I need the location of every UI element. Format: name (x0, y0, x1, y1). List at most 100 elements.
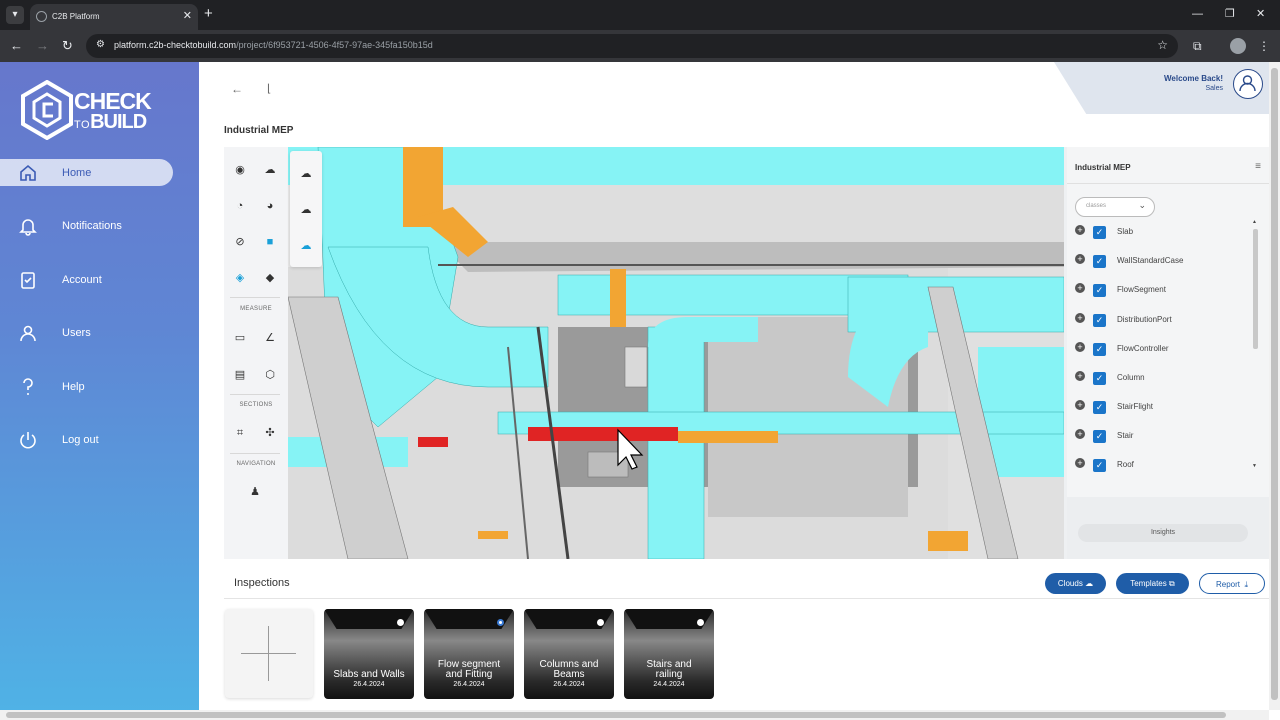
minimize-icon[interactable]: — (1192, 7, 1203, 21)
expand-plus-icon[interactable]: + (1075, 313, 1085, 323)
reload-icon[interactable]: ↻ (62, 38, 73, 54)
power-icon (20, 432, 36, 449)
class-checkbox[interactable]: ✓ (1093, 226, 1106, 239)
bookmark-star-icon[interactable]: ☆ (1157, 38, 1168, 52)
restore-icon[interactable]: ❐ (1225, 7, 1235, 21)
card-radio[interactable] (597, 619, 604, 626)
page-vertical-scrollbar[interactable] (1269, 62, 1280, 710)
sidebar-item-help[interactable]: Help (0, 373, 173, 400)
card-radio-selected[interactable] (497, 619, 504, 626)
expand-plus-icon[interactable]: + (1075, 254, 1085, 264)
target-icon[interactable]: ◉ (231, 161, 249, 179)
sidebar-item-users[interactable]: Users (0, 319, 173, 346)
cloud-off-icon[interactable]: ☁ (297, 237, 315, 255)
inspection-card[interactable]: Flow segment and Fitting 26.4.2024 (424, 609, 514, 699)
expand-plus-icon[interactable]: + (1075, 342, 1085, 352)
browser-tab[interactable]: C2B Platform ✕ (30, 4, 198, 30)
expand-plus-icon[interactable]: + (1075, 283, 1085, 293)
class-row: + ✓ FlowController (1075, 341, 1245, 357)
browser-toolbar: ← → ↻ ⚙ platform.c2b-checktobuild.com/pr… (0, 30, 1280, 62)
volume-measure-icon[interactable]: ⬡ (261, 366, 279, 384)
walk-icon[interactable]: ♟ (246, 483, 264, 501)
cloud-upload-icon[interactable]: ☁ (261, 161, 279, 179)
layers-icon[interactable]: ◈ (231, 269, 249, 287)
address-bar[interactable]: ⚙ platform.c2b-checktobuild.com/project/… (86, 34, 1178, 58)
area-measure-icon[interactable]: ▤ (231, 366, 249, 384)
sidebar-item-label: Home (62, 167, 92, 179)
forward-arrow-icon[interactable]: → (36, 38, 49, 54)
sidebar-item-label: Notifications (62, 220, 122, 232)
card-date: 26.4.2024 (553, 681, 585, 688)
site-info-icon[interactable]: ⚙ (96, 39, 108, 51)
scrollbar-thumb[interactable] (6, 712, 1226, 718)
sidebar-item-logout[interactable]: Log out (0, 426, 173, 453)
card-radio[interactable] (697, 619, 704, 626)
class-checkbox[interactable]: ✓ (1093, 401, 1106, 414)
rotate-icon[interactable]: ◕ (261, 197, 279, 215)
class-checkbox[interactable]: ✓ (1093, 255, 1106, 268)
back-arrow-icon[interactable]: ← (231, 82, 243, 96)
sidebar-item-account[interactable]: Account (0, 266, 173, 293)
sidebar-item-label: Users (62, 327, 91, 339)
solid-layer-icon[interactable]: ◆ (261, 269, 279, 287)
expand-plus-icon[interactable]: + (1075, 429, 1085, 439)
divider (230, 453, 280, 454)
scroll-down-icon[interactable]: ▼ (1252, 463, 1257, 469)
cloud-icon[interactable]: ☁ (297, 201, 315, 219)
classes-scrollbar[interactable] (1253, 229, 1258, 349)
back-arrow-icon[interactable]: ← (10, 38, 23, 54)
template-icon: ⧉ (1168, 579, 1175, 588)
card-radio[interactable] (397, 619, 404, 626)
class-row: + ✓ Stair (1075, 428, 1245, 444)
class-checkbox[interactable]: ✓ (1093, 430, 1106, 443)
cube-icon[interactable]: ■ (261, 233, 279, 251)
expand-plus-icon[interactable]: + (1075, 371, 1085, 381)
user-avatar[interactable] (1233, 69, 1263, 99)
scrollbar-thumb[interactable] (1271, 68, 1278, 700)
inspections-header: Inspections Clouds ☁ Templates ⧉ Report … (224, 567, 1269, 599)
clouds-button[interactable]: Clouds ☁ (1045, 573, 1106, 594)
expand-plus-icon[interactable]: + (1075, 458, 1085, 468)
class-checkbox[interactable]: ✓ (1093, 343, 1106, 356)
class-checkbox[interactable]: ✓ (1093, 284, 1106, 297)
section-box-icon[interactable]: ✣ (261, 424, 279, 442)
sidebar-item-home[interactable]: Home (0, 159, 173, 186)
sidebar-item-notifications[interactable]: Notifications (0, 212, 173, 239)
class-name: StairFlight (1117, 402, 1154, 411)
ruler-icon[interactable]: ▭ (231, 329, 249, 347)
sidebar: CHECK TOBUILD Home Notifications Account… (0, 62, 199, 720)
model-render[interactable] (288, 147, 1064, 559)
add-inspection-button[interactable] (225, 609, 313, 698)
user-avatar-icon (1239, 75, 1256, 92)
more-menu-icon[interactable]: ⋮ (1258, 38, 1270, 54)
inspection-card[interactable]: Slabs and Walls 26.4.2024 (324, 609, 414, 699)
templates-button[interactable]: Templates ⧉ (1116, 573, 1189, 594)
pie-chart-icon[interactable]: ◔ (231, 197, 249, 215)
profile-avatar-icon[interactable] (1230, 38, 1246, 54)
hierarchy-icon[interactable]: ⌊ (267, 82, 271, 95)
page-horizontal-scrollbar[interactable] (0, 710, 1269, 720)
crop-icon[interactable]: ⌗ (231, 424, 249, 442)
extensions-icon[interactable]: ⧉ (1193, 38, 1202, 54)
new-tab-button[interactable]: + (204, 5, 213, 23)
hide-layers-icon[interactable]: ⊘ (231, 233, 249, 251)
close-tab-icon[interactable]: ✕ (183, 9, 192, 23)
3d-viewer: ◉ ☁ ◔ ◕ ⊘ ■ ◈ ◆ MEASURE ▭ ∠ ▤ ⬡ SECTIONS… (224, 147, 1269, 559)
measure-caption: MEASURE (240, 306, 272, 312)
tab-search-button[interactable]: ▾ (6, 6, 24, 24)
classes-select[interactable]: classes ⌄ (1075, 197, 1155, 217)
report-button[interactable]: Report ⤓ (1199, 573, 1265, 594)
class-checkbox[interactable]: ✓ (1093, 459, 1106, 472)
angle-icon[interactable]: ∠ (261, 329, 279, 347)
scroll-up-icon[interactable]: ▲ (1252, 219, 1257, 225)
expand-plus-icon[interactable]: + (1075, 400, 1085, 410)
hamburger-menu-icon[interactable]: ≡ (1255, 161, 1261, 172)
cloud-icon[interactable]: ☁ (297, 165, 315, 183)
expand-plus-icon[interactable]: + (1075, 225, 1085, 235)
insights-button[interactable]: Insights (1078, 524, 1248, 542)
inspection-card[interactable]: Columns and Beams 26.4.2024 (524, 609, 614, 699)
close-window-icon[interactable]: ✕ (1256, 7, 1265, 21)
class-checkbox[interactable]: ✓ (1093, 372, 1106, 385)
inspection-card[interactable]: Stairs and railing 24.4.2024 (624, 609, 714, 699)
class-checkbox[interactable]: ✓ (1093, 314, 1106, 327)
